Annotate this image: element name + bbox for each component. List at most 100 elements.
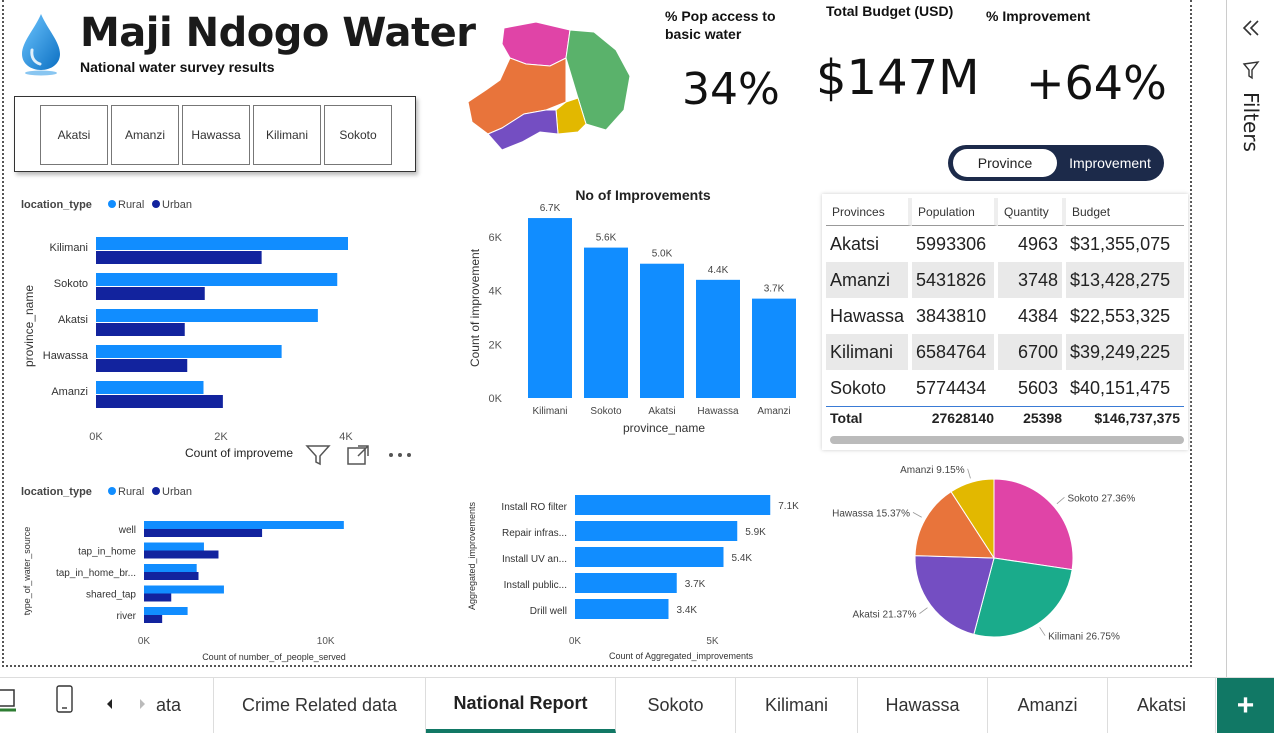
- bar-urban[interactable]: [144, 593, 172, 602]
- pie-label: Kilimani 26.75%: [1048, 632, 1120, 643]
- table-row[interactable]: Hawassa 3843810 4384 $22,553,325: [826, 298, 1184, 334]
- bar[interactable]: [575, 521, 738, 541]
- category-label: Sokoto: [54, 278, 88, 290]
- bar[interactable]: [752, 298, 796, 398]
- slicer-item-amanzi[interactable]: Amanzi: [111, 105, 179, 165]
- slicer-item-hawassa[interactable]: Hawassa: [182, 105, 250, 165]
- province-share-pie[interactable]: Sokoto 27.36% Kilimani 26.75% Akatsi 21.37…: [808, 460, 1188, 664]
- category-label: Drill well: [530, 606, 567, 617]
- table-header-population[interactable]: Population: [912, 198, 999, 226]
- table-total-cell: 27628140: [912, 406, 999, 428]
- bar-rural[interactable]: [144, 521, 344, 529]
- table-cell: $31,355,075: [1070, 233, 1171, 254]
- y-tick: 2K: [489, 339, 503, 351]
- aggregated-improvements-chart[interactable]: Aggregated_improvements Install RO filte…: [462, 482, 802, 664]
- table-horizontal-scrollbar[interactable]: [830, 436, 1184, 444]
- table-row[interactable]: Kilimani 6584764 6700 $39,249,225: [826, 334, 1184, 370]
- bar-urban[interactable]: [144, 550, 219, 559]
- province-location-chart[interactable]: location_type Rural Urban province_name …: [16, 190, 422, 470]
- table-row[interactable]: Amanzi 5431826 3748 $13,428,275: [826, 262, 1184, 298]
- water-source-chart[interactable]: location_type Rural Urban type_of_water_…: [16, 475, 420, 665]
- bar[interactable]: [696, 279, 740, 398]
- x-axis-label: Count of number_of_people_served: [202, 652, 346, 662]
- slicer-item-kilimani[interactable]: Kilimani: [253, 105, 321, 165]
- tab-kilimani[interactable]: Kilimani: [736, 677, 858, 733]
- y-tick: 4K: [489, 286, 503, 298]
- filter-icon[interactable]: [305, 443, 331, 467]
- double-chevron-left-icon[interactable]: [1241, 18, 1261, 38]
- bar[interactable]: [575, 495, 771, 515]
- legend-urban-label: Urban: [162, 486, 192, 498]
- category-label: Amanzi: [757, 406, 790, 417]
- bar-urban[interactable]: [96, 323, 185, 336]
- bar-rural[interactable]: [96, 309, 318, 322]
- category-label: Install RO filter: [501, 502, 567, 513]
- bar-rural[interactable]: [96, 345, 282, 358]
- bar[interactable]: [584, 247, 628, 398]
- bar-urban[interactable]: [96, 395, 223, 408]
- tab-ata[interactable]: ata: [156, 677, 214, 733]
- category-label: river: [117, 611, 137, 622]
- bar[interactable]: [575, 547, 724, 567]
- tab-scroll-right-icon[interactable]: [136, 698, 148, 710]
- table-row[interactable]: Akatsi 5993306 4963 $31,355,075: [826, 226, 1184, 262]
- tab-amanzi[interactable]: Amanzi: [988, 677, 1108, 733]
- table-cell: Sokoto: [826, 370, 913, 406]
- table-cell: 4963: [998, 226, 1066, 262]
- mobile-layout-icon[interactable]: [54, 684, 76, 716]
- more-options-icon[interactable]: [386, 448, 414, 462]
- filters-label[interactable]: Filters: [1239, 92, 1263, 162]
- legend-rural-dot: [108, 200, 116, 208]
- bar-rural[interactable]: [144, 542, 204, 551]
- tab-national-report[interactable]: National Report: [426, 677, 616, 733]
- tab-crime-related-data[interactable]: Crime Related data: [214, 677, 426, 733]
- focus-mode-icon[interactable]: [346, 444, 370, 466]
- table-cell: Amanzi: [826, 262, 913, 298]
- table-header-budget[interactable]: Budget: [1066, 198, 1184, 226]
- data-label: 3.7K: [764, 284, 785, 295]
- bar-rural[interactable]: [96, 237, 348, 250]
- pie-slice[interactable]: [993, 478, 1074, 571]
- bar[interactable]: [575, 599, 669, 619]
- bar[interactable]: [528, 218, 572, 398]
- pie-leader-line: [967, 468, 971, 479]
- bar-rural[interactable]: [144, 564, 197, 572]
- bar-rural[interactable]: [144, 607, 188, 615]
- slicer-item-akatsi[interactable]: Akatsi: [40, 105, 108, 165]
- category-label: Hawassa: [43, 350, 89, 362]
- tab-hawassa[interactable]: Hawassa: [858, 677, 988, 733]
- add-page-button[interactable]: +: [1217, 678, 1274, 733]
- table-total-cell: $146,737,375: [1066, 406, 1184, 428]
- province-map[interactable]: [466, 18, 638, 152]
- toggle-improvement-button[interactable]: Improvement: [1060, 149, 1160, 177]
- tab-akatsi[interactable]: Akatsi: [1108, 677, 1216, 733]
- bar-urban[interactable]: [144, 615, 163, 623]
- table-cell: $39,249,225: [1070, 341, 1171, 362]
- bar-urban[interactable]: [144, 572, 199, 580]
- bar[interactable]: [575, 573, 677, 593]
- filter-outline-icon[interactable]: [1242, 60, 1260, 80]
- tab-scroll-left-icon[interactable]: [104, 698, 116, 710]
- tab-sokoto[interactable]: Sokoto: [616, 677, 736, 733]
- province-table[interactable]: Provinces Population Quantity Budget Aka…: [822, 194, 1188, 450]
- bar[interactable]: [640, 263, 684, 398]
- bar-urban[interactable]: [144, 529, 263, 537]
- slicer-item-sokoto[interactable]: Sokoto: [324, 105, 392, 165]
- bar-urban[interactable]: [96, 251, 262, 264]
- x-tick: 0K: [89, 431, 103, 443]
- table-header-quantity[interactable]: Quantity: [998, 198, 1066, 226]
- category-label: Kilimani: [49, 242, 88, 254]
- bar-rural[interactable]: [96, 273, 338, 286]
- table-row[interactable]: Sokoto 5774434 5603 $40,151,475: [826, 370, 1184, 406]
- y-axis-label: type_of_water_source: [22, 527, 32, 616]
- filters-pane[interactable]: Filters: [1226, 0, 1274, 680]
- desktop-layout-icon[interactable]: [0, 686, 20, 722]
- toggle-province-button[interactable]: Province: [953, 149, 1057, 177]
- category-label: Hawassa: [697, 406, 739, 417]
- bar-rural[interactable]: [144, 585, 224, 594]
- improvements-chart[interactable]: No of Improvements Count of improvement …: [462, 182, 814, 440]
- bar-urban[interactable]: [96, 359, 188, 372]
- bar-rural[interactable]: [96, 381, 204, 394]
- table-header-provinces[interactable]: Provinces: [826, 198, 913, 226]
- bar-urban[interactable]: [96, 287, 205, 300]
